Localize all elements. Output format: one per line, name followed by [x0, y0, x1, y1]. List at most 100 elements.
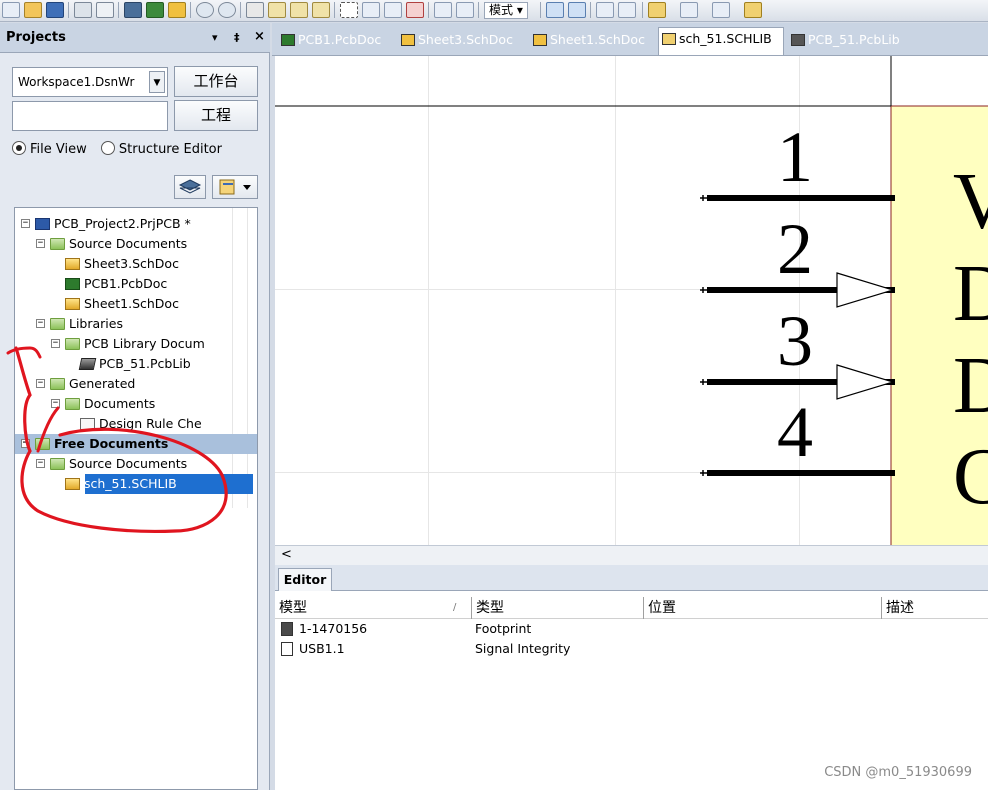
tab-document[interactable]: Sheet3.SchDoc: [398, 29, 526, 53]
tree-item[interactable]: sch_51.SCHLIB: [65, 474, 253, 494]
structure-editor-radio[interactable]: [100, 141, 115, 155]
tree-item[interactable]: − Source Documents: [15, 234, 257, 254]
tree-item-label: Source Documents: [69, 236, 188, 251]
collapse-icon[interactable]: −: [36, 319, 45, 328]
editor-panel: 模型 / 类型 位置 描述 1-1470156 Footprint USB1.1 Si…: [275, 591, 988, 790]
panel-pin-icon[interactable]: ‡: [234, 31, 240, 44]
open-folder-icon[interactable]: [24, 2, 42, 18]
tree-item-label: PCB_Project2.PrjPCB *: [54, 216, 191, 231]
editor-tab-bar: Editor: [275, 565, 988, 591]
tree-item[interactable]: Sheet3.SchDoc: [15, 254, 257, 274]
component-icon[interactable]: [648, 2, 666, 18]
collapse-icon[interactable]: −: [36, 379, 45, 388]
board-icon[interactable]: [146, 2, 164, 18]
column-header-description[interactable]: 描述: [881, 597, 988, 619]
toolbar-separator: [334, 2, 335, 18]
tree-item[interactable]: Design Rule Che: [15, 414, 257, 434]
mode-dropdown[interactable]: 模式 ▾: [484, 2, 528, 19]
folder-icon: [65, 338, 80, 350]
print-preview-icon[interactable]: [96, 2, 114, 18]
arrow-right-icon[interactable]: [618, 2, 636, 18]
deselect-icon[interactable]: [384, 2, 402, 18]
collapse-icon[interactable]: −: [36, 459, 45, 468]
table-row[interactable]: 1-1470156 Footprint: [275, 619, 988, 639]
workspace-button[interactable]: 工作台: [174, 66, 258, 97]
tree-item[interactable]: − Documents: [15, 394, 257, 414]
tree-item[interactable]: PCB_51.PcbLib: [15, 354, 257, 374]
collapse-icon[interactable]: −: [36, 239, 45, 248]
toolbar-separator: [478, 2, 479, 18]
tree-item[interactable]: − Source Documents: [15, 454, 257, 474]
chevron-down-icon[interactable]: ▼: [149, 71, 165, 93]
tab-editor[interactable]: Editor: [278, 568, 332, 591]
workspace-value: Workspace1.DsnWr: [18, 75, 135, 89]
print-icon[interactable]: [74, 2, 92, 18]
collapse-icon[interactable]: −: [51, 399, 60, 408]
table-row[interactable]: USB1.1 Signal Integrity: [275, 639, 988, 659]
panel-close-icon[interactable]: ×: [254, 29, 265, 44]
file-view-radio[interactable]: [12, 141, 26, 155]
tree-item[interactable]: − Free Documents: [15, 434, 257, 454]
cut-icon[interactable]: [246, 2, 264, 18]
scroll-left-icon[interactable]: <: [281, 547, 292, 562]
collapse-icon[interactable]: −: [21, 219, 30, 228]
tree-item[interactable]: Sheet1.SchDoc: [15, 294, 257, 314]
schematic-canvas[interactable]: 1 V 2 D 3 D 4 G: [275, 56, 988, 545]
tree-item[interactable]: − PCB Library Docum: [15, 334, 257, 354]
copy-icon[interactable]: [268, 2, 286, 18]
tree-item-label: PCB_51.PcbLib: [99, 356, 191, 371]
horizontal-scrollbar[interactable]: <: [275, 545, 988, 565]
select-area-icon[interactable]: [340, 2, 358, 18]
model-cell: USB1.1: [299, 641, 345, 656]
tab-document[interactable]: sch_51.SCHLIB: [658, 27, 784, 55]
collapse-icon[interactable]: −: [51, 339, 60, 348]
panel-menu-icon[interactable]: ▾: [212, 31, 218, 44]
rubber-stamp-icon[interactable]: [312, 2, 330, 18]
move-icon[interactable]: [362, 2, 380, 18]
view-mode-selector: File View Structure Editor: [12, 141, 232, 161]
folder-icon: [65, 398, 80, 410]
tab-document[interactable]: PCB1.PcbDoc: [278, 29, 394, 53]
tree-item[interactable]: − Generated: [15, 374, 257, 394]
remove-icon[interactable]: [568, 2, 586, 18]
type-cell: Footprint: [475, 621, 532, 636]
grid-icon[interactable]: [712, 2, 730, 18]
arrow-left-icon[interactable]: [596, 2, 614, 18]
zoom-out-icon[interactable]: [218, 2, 236, 18]
column-header-model[interactable]: 模型 /: [275, 597, 471, 619]
layer-stack-icon[interactable]: [124, 2, 142, 18]
pencil-icon[interactable]: [680, 2, 698, 18]
project-button[interactable]: 工程: [174, 100, 258, 131]
new-file-icon[interactable]: [2, 2, 20, 18]
workspace-dropdown[interactable]: Workspace1.DsnWr ▼: [12, 67, 168, 97]
paste-icon[interactable]: [290, 2, 308, 18]
tab-document[interactable]: Sheet1.SchDoc: [530, 29, 654, 53]
column-header-location[interactable]: 位置: [643, 597, 881, 619]
projects-panel-header: Projects ▾ ‡ ×: [0, 23, 270, 53]
toolbar-separator: [240, 2, 241, 18]
zoom-in-icon[interactable]: [196, 2, 214, 18]
clear-filter-icon[interactable]: [406, 2, 424, 18]
collapse-icon[interactable]: −: [21, 439, 30, 448]
sheet-icon[interactable]: [168, 2, 186, 18]
add-icon[interactable]: [546, 2, 564, 18]
pcb-library-icon: [78, 358, 97, 370]
toolbar-separator: [190, 2, 191, 18]
schematic-doc-icon: [65, 298, 80, 310]
project-input[interactable]: [12, 101, 168, 131]
tree-item[interactable]: PCB1.PcbDoc: [15, 274, 257, 294]
column-header-type[interactable]: 类型: [471, 597, 643, 619]
tree-item[interactable]: − PCB_Project2.PrjPCB *: [15, 214, 257, 234]
project-options-button[interactable]: [174, 175, 206, 199]
undo-icon[interactable]: [434, 2, 452, 18]
schematic-doc-icon: [65, 258, 80, 270]
save-icon[interactable]: [46, 2, 64, 18]
tab-document[interactable]: PCB_51.PcbLib: [788, 29, 908, 53]
tree-item[interactable]: − Libraries: [15, 314, 257, 334]
redo-icon[interactable]: [456, 2, 474, 18]
pin-number-3: 3: [777, 301, 813, 381]
tree-item-label: Documents: [84, 396, 156, 411]
schematic-doc-icon: [401, 34, 415, 46]
library-icon[interactable]: [744, 2, 762, 18]
document-menu-button[interactable]: [212, 175, 258, 199]
